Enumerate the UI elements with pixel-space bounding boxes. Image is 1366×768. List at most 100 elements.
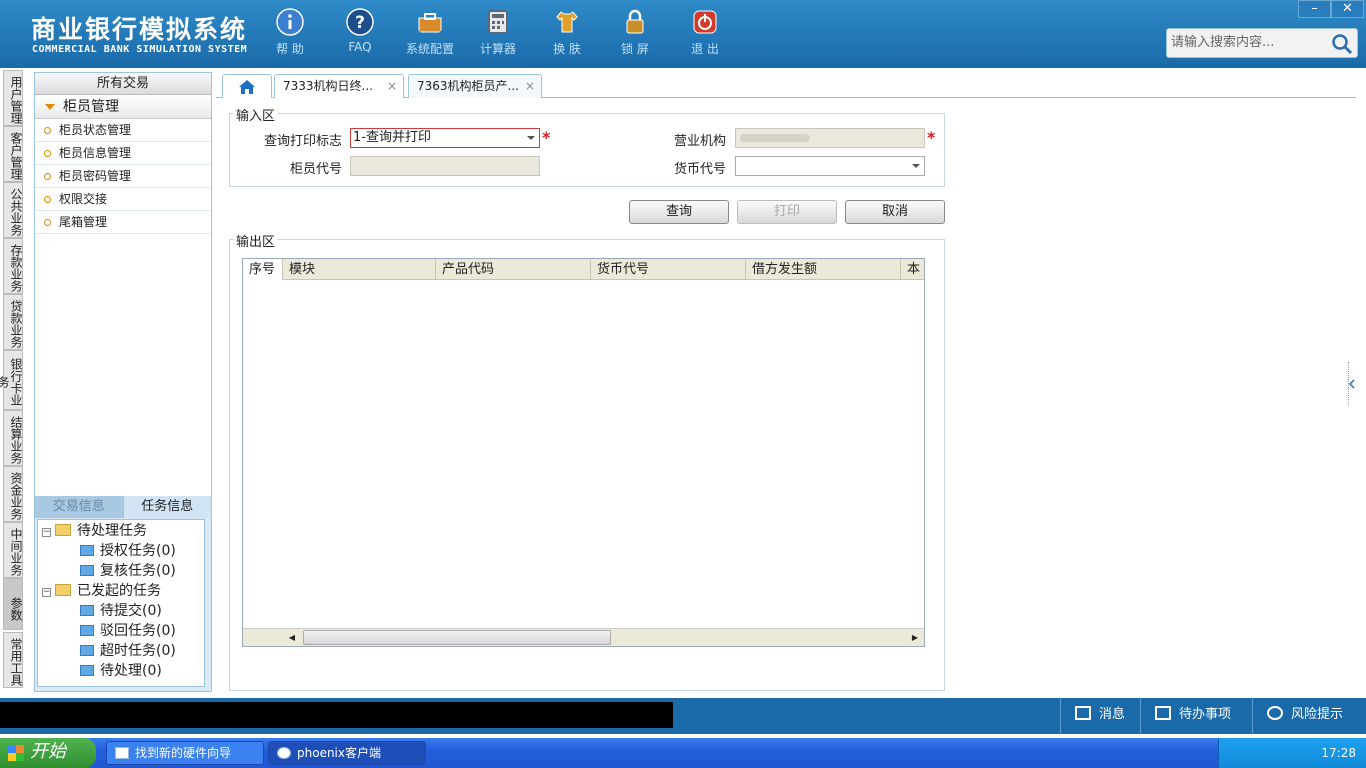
folder-icon: [80, 665, 94, 676]
minimize-button[interactable]: –: [1298, 0, 1331, 18]
window-icon: [115, 747, 129, 759]
tab-label: 7333机构日终...: [283, 79, 373, 93]
tree-node-review-task[interactable]: 复核任务(0): [80, 561, 176, 581]
envelope-icon: [1075, 706, 1091, 720]
todo-button[interactable]: 待办事项: [1140, 698, 1240, 734]
tree-node-pending[interactable]: − 待处理任务: [42, 521, 147, 541]
search-icon[interactable]: [1331, 33, 1353, 55]
panel-collapse-handle[interactable]: [1348, 362, 1356, 406]
tree-node-initiated[interactable]: − 已发起的任务: [42, 581, 161, 601]
dropdown-arrow-icon: [912, 164, 920, 168]
risk-alert-button[interactable]: 风险提示: [1252, 698, 1366, 734]
scroll-left-arrow-icon[interactable]: ◀: [283, 630, 301, 645]
print-flag-select[interactable]: 1-查询并打印: [350, 128, 540, 148]
list-item[interactable]: 柜员信息管理: [35, 142, 211, 165]
vnav-customer-management[interactable]: 客户管理: [3, 126, 23, 182]
vnav-parameters[interactable]: 参数: [3, 578, 23, 630]
folder-icon: [80, 645, 94, 656]
tree-node-to-submit[interactable]: 待提交(0): [80, 601, 162, 621]
skin-button[interactable]: 换 肤: [535, 8, 599, 57]
grid-header: 序号 模块 产品代码 货币代号 借方发生额 本: [243, 259, 924, 280]
speech-bubble-icon: [1267, 706, 1283, 720]
tab-7363[interactable]: 7363机构柜员产... ×: [408, 74, 542, 98]
info-tabs: 交易信息 任务信息: [35, 496, 211, 518]
vnav-loan[interactable]: 贷款业务: [3, 294, 23, 350]
toolbox-icon: [418, 13, 442, 33]
tree-node-timeout[interactable]: 超时任务(0): [80, 641, 176, 661]
calculator-button[interactable]: 计算器: [466, 8, 530, 57]
folder-icon: [80, 565, 94, 576]
teller-label: 柜员代号: [289, 162, 342, 177]
vnav-fund[interactable]: 资金业务: [3, 466, 23, 522]
query-button[interactable]: 查询: [629, 200, 729, 224]
app-title: 商业银行模拟系统: [31, 15, 248, 44]
message-button[interactable]: 消息: [1060, 698, 1140, 734]
currency-select[interactable]: [735, 156, 925, 176]
search-input[interactable]: 请输入搜索内容...: [1166, 28, 1358, 58]
home-icon: [239, 80, 255, 94]
tab-7333[interactable]: 7333机构日终... ×: [274, 74, 404, 98]
folder-icon: [55, 584, 71, 596]
col-product-code[interactable]: 产品代码: [436, 259, 591, 280]
tab-home[interactable]: [222, 74, 272, 98]
info-icon: [276, 8, 304, 36]
col-module[interactable]: 模块: [283, 259, 436, 280]
cancel-button[interactable]: 取消: [845, 200, 945, 224]
list-item[interactable]: 柜员状态管理: [35, 119, 211, 142]
vnav-settlement[interactable]: 结算业务: [3, 410, 23, 466]
close-button[interactable]: ✕: [1331, 0, 1364, 18]
tab-transaction-info[interactable]: 交易信息: [35, 496, 123, 518]
col-debit-amount[interactable]: 借方发生额: [746, 259, 901, 280]
question-icon: ?: [346, 8, 374, 36]
checkbox-icon: [1155, 706, 1171, 720]
branch-field: [735, 128, 925, 148]
list-item[interactable]: 权限交接: [35, 188, 211, 211]
help-button[interactable]: 帮 助: [258, 8, 322, 57]
expand-arrow-icon: [45, 104, 55, 110]
scroll-right-arrow-icon[interactable]: ▶: [906, 630, 924, 645]
horizontal-scrollbar[interactable]: ◀ ▶: [243, 628, 924, 646]
vnav-intermediary[interactable]: 中间业务: [3, 522, 23, 578]
collapse-icon[interactable]: −: [42, 588, 51, 597]
dropdown-arrow-icon: [527, 136, 535, 140]
list-item[interactable]: 尾箱管理: [35, 211, 211, 234]
tab-bar: 7333机构日终... × 7363机构柜员产... ×: [216, 72, 1356, 98]
col-currency[interactable]: 货币代号: [591, 259, 746, 280]
all-transactions-title: 所有交易: [35, 73, 211, 95]
task-hardware-wizard[interactable]: 找到新的硬件向导: [106, 741, 264, 765]
app-header: 商业银行模拟系统 COMMERCIAL BANK SIMULATION SYST…: [0, 0, 1366, 68]
os-taskbar: 开始 找到新的硬件向导 phoenix客户端 17:28: [0, 738, 1366, 768]
teller-management-group[interactable]: 柜员管理: [35, 95, 211, 119]
faq-button[interactable]: ? FAQ: [328, 8, 392, 54]
collapse-icon[interactable]: −: [42, 528, 51, 537]
vnav-public-business[interactable]: 公共业务: [3, 182, 23, 238]
clock: 17:28: [1321, 746, 1356, 760]
tree-node-auth-task[interactable]: 授权任务(0): [80, 541, 176, 561]
folder-icon: [55, 524, 71, 536]
col-cut[interactable]: 本: [901, 259, 924, 280]
main-content: 7333机构日终... × 7363机构柜员产... × 输入区 查询打印标志 1-…: [216, 72, 1356, 698]
lock-screen-button[interactable]: 锁 屏: [603, 8, 667, 57]
tree-node-rejected[interactable]: 驳回任务(0): [80, 621, 176, 641]
vnav-deposit[interactable]: 存款业务: [3, 238, 23, 294]
start-button[interactable]: 开始: [0, 738, 96, 768]
print-button[interactable]: 打印: [737, 200, 837, 224]
vnav-bank-card[interactable]: 银行卡业务: [0, 350, 23, 410]
exit-button[interactable]: 退 出: [673, 8, 737, 57]
tree-node-to-process[interactable]: 待处理(0): [80, 661, 162, 681]
tab-task-info[interactable]: 任务信息: [122, 496, 211, 518]
close-icon[interactable]: ×: [525, 75, 535, 97]
input-area: 输入区 查询打印标志 1-查询并打印 * 营业机构 * 柜员代号 货币代号: [229, 105, 945, 187]
lock-icon: [626, 9, 644, 34]
close-icon[interactable]: ×: [387, 75, 397, 97]
list-item[interactable]: 柜员密码管理: [35, 165, 211, 188]
calculator-label: 计算器: [479, 42, 516, 56]
col-seq[interactable]: 序号: [243, 259, 283, 280]
vnav-user-management[interactable]: 用户管理: [3, 70, 23, 126]
scroll-thumb[interactable]: [303, 630, 611, 645]
task-phoenix-client[interactable]: phoenix客户端: [268, 741, 426, 765]
faq-label: FAQ: [348, 40, 372, 54]
system-config-label: 系统配置: [405, 42, 454, 56]
system-config-button[interactable]: 系统配置: [398, 8, 462, 57]
vnav-common-tools[interactable]: 常用工具: [3, 632, 23, 688]
